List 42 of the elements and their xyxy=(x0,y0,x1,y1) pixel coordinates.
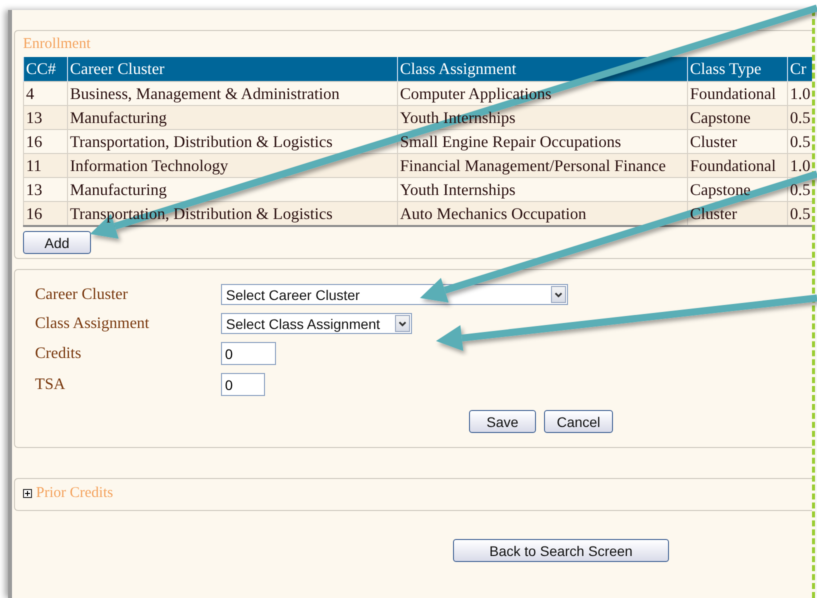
table-cell: Manufacturing xyxy=(68,106,398,130)
table-cell: Small Engine Repair Occupations xyxy=(398,130,688,154)
form-button[interactable]: Save xyxy=(469,410,536,433)
table-cell: 11 xyxy=(24,154,68,178)
table-cell: 13 xyxy=(24,178,68,202)
table-cell: 1.0 xyxy=(788,82,812,106)
table-cell: Auto Mechanics Occupation xyxy=(398,202,688,226)
section-title: Prior Credits xyxy=(36,485,114,502)
back-button[interactable]: Back to Search Screen xyxy=(453,539,669,562)
input-field[interactable]: 0 xyxy=(221,373,265,396)
caret-icon xyxy=(395,315,410,332)
table-cell: Financial Management/Personal Finance xyxy=(398,154,688,178)
field-label: TSA xyxy=(34,376,66,394)
table-cell: 0.5 xyxy=(788,106,812,130)
field-label: Credits xyxy=(34,344,82,362)
dropdown[interactable]: Select Career Cluster xyxy=(221,284,568,305)
column-header: Career Cluster xyxy=(68,57,398,82)
caret-icon xyxy=(551,286,566,303)
expand-icon[interactable] xyxy=(23,489,32,498)
table-cell: Transportation, Distribution & Logistics xyxy=(68,130,398,154)
table-cell: 16 xyxy=(24,130,68,154)
field-label: Class Assignment xyxy=(34,314,150,332)
table-cell: Capstone xyxy=(688,106,788,130)
form-button[interactable]: Cancel xyxy=(544,410,613,433)
add-button[interactable]: Add xyxy=(23,231,91,254)
table-cell: 0.5 xyxy=(788,130,812,154)
table-cell: Cluster xyxy=(688,130,788,154)
table-cell: Foundational xyxy=(688,82,788,106)
table-cell: 4 xyxy=(24,82,68,106)
table-cell: 16 xyxy=(24,202,68,226)
table-cell: Youth Internships xyxy=(398,178,688,202)
input-field[interactable]: 0 xyxy=(221,342,276,365)
column-header: CC# xyxy=(24,57,68,82)
column-header: Class Type xyxy=(688,57,788,82)
table-cell: 0.5 xyxy=(788,202,812,226)
dropdown[interactable]: Select Class Assignment xyxy=(221,313,412,334)
field-label: Career Cluster xyxy=(34,286,129,304)
column-header: Cr xyxy=(788,57,812,82)
table-cell: 13 xyxy=(24,106,68,130)
table-cell: Foundational xyxy=(688,154,788,178)
section-title: Enrollment xyxy=(23,36,90,53)
table-cell: Business, Management & Administration xyxy=(68,82,398,106)
